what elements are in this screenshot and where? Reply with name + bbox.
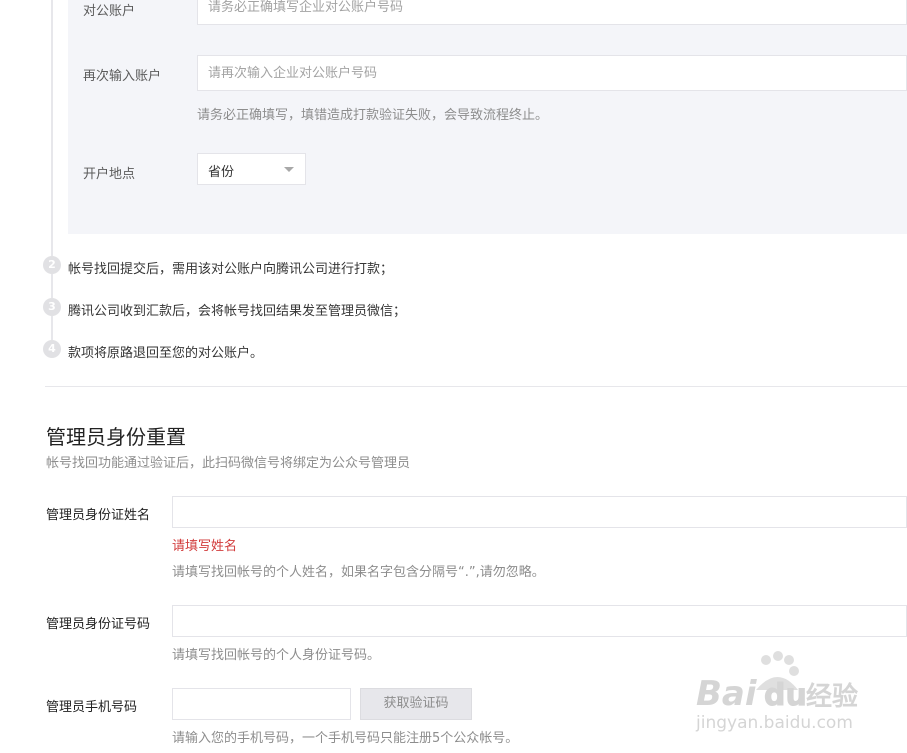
svg-text:Bai: Bai [696,674,758,714]
svg-text:jingyan.baidu.com: jingyan.baidu.com [695,713,853,733]
get-verification-code-button[interactable]: 获取验证码 [360,688,472,720]
admin-id-hint: 请填写找回帐号的个人身份证号码。 [172,648,381,663]
section-divider [45,386,907,387]
step-number: 4 [43,340,61,358]
svg-text:经验: 经验 [806,681,858,712]
location-label: 开户地点 [83,167,136,182]
admin-phone-label: 管理员手机号码 [46,700,138,715]
chevron-down-icon [284,167,294,172]
account-input[interactable] [197,0,907,25]
step-number: 2 [43,256,61,274]
step-number: 3 [43,298,61,316]
admin-name-input[interactable] [172,496,907,528]
section-title: 管理员身份重置 [46,425,186,449]
province-select-value: 省份 [208,165,235,180]
section-description: 帐号找回功能通过验证后，此扫码微信号将绑定为公众号管理员 [46,456,411,471]
province-select[interactable]: 省份 [197,153,306,185]
step-text: 帐号找回提交后，需用该对公账户向腾讯公司进行打款； [68,262,394,277]
admin-name-error: 请填写姓名 [172,539,238,554]
confirm-account-hint: 请务必正确填写，填错造成打款验证失败，会导致流程终止。 [197,108,549,123]
admin-id-label: 管理员身份证号码 [46,617,151,632]
account-label: 对公账户 [83,4,136,19]
step-text: 腾讯公司收到汇款后，会将帐号找回结果发至管理员微信； [68,304,407,319]
step-text: 款项将原路退回至您的对公账户。 [68,346,264,361]
svg-text:du: du [764,678,807,713]
admin-name-label: 管理员身份证姓名 [46,508,151,523]
admin-phone-hint: 请输入您的手机号码，一个手机号码只能注册5个公众帐号。 [172,731,519,746]
confirm-account-input[interactable] [197,55,907,91]
confirm-account-label: 再次输入账户 [83,69,162,84]
baidu-jingyan-watermark-icon: Bai du 经验 jingyan.baidu.com [695,651,858,733]
admin-id-input[interactable] [172,605,907,637]
admin-name-hint: 请填写找回帐号的个人姓名，如果名字包含分隔号“.”,请勿忽略。 [172,565,545,580]
admin-phone-input[interactable] [172,688,351,720]
